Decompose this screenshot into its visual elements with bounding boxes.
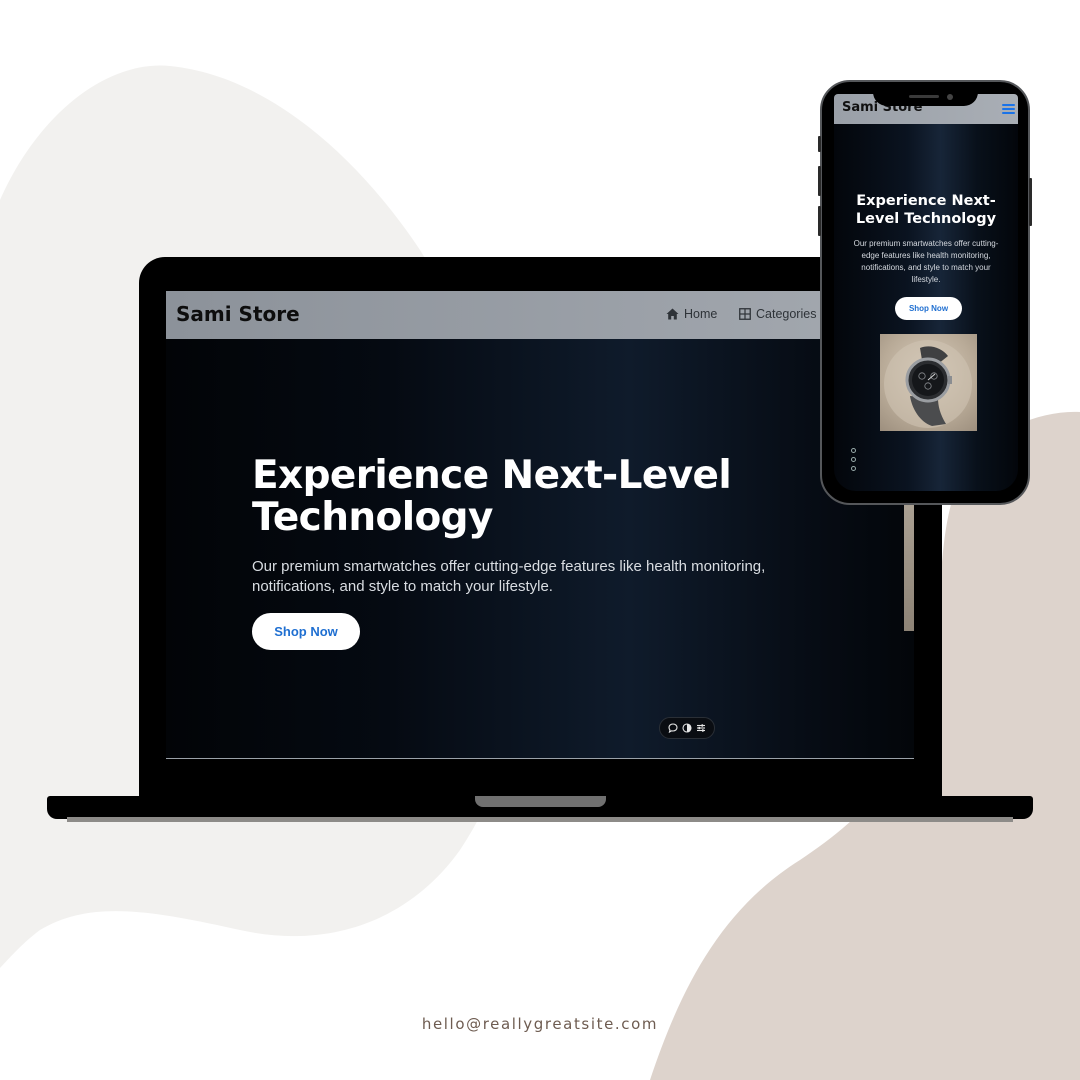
contrast-icon[interactable]: [682, 723, 692, 733]
brand-logo[interactable]: Sami Store: [176, 302, 300, 326]
laptop-base-shadow: [67, 817, 1013, 822]
hamburger-menu-icon[interactable]: [1002, 104, 1015, 114]
phone-side-button: [818, 166, 821, 196]
grid-icon: [739, 308, 751, 320]
phone-speaker: [909, 95, 939, 98]
settings-sliders-icon[interactable]: [851, 466, 856, 471]
phone-shop-now-button[interactable]: Shop Now: [895, 297, 962, 320]
nav-link-home[interactable]: Home: [666, 307, 717, 321]
settings-sliders-icon[interactable]: [696, 723, 706, 733]
hero-subtitle-line: Our premium smartwatches offer cutting-e…: [252, 558, 766, 575]
nav-link-label: Home: [684, 307, 718, 321]
phone-side-button: [818, 136, 821, 152]
hero-title-line: Technology: [252, 495, 493, 540]
phone-hero-title-line: Level Technology: [855, 211, 997, 227]
chat-bubble-icon[interactable]: [851, 448, 856, 453]
contrast-icon[interactable]: [851, 457, 856, 462]
contact-email[interactable]: hello@reallygreatsite.com: [0, 1015, 1080, 1033]
hero-subtitle: Our premium smartwatches offer cutting-e…: [252, 557, 832, 597]
phone-hero-title-line: Experience Next-: [856, 193, 996, 209]
smartwatch-product-image: [880, 334, 977, 431]
phone-accessibility-toolbar: [851, 448, 859, 478]
nav-link-label: Categories: [756, 307, 817, 321]
hero-subtitle-line: notifications, and style to match your l…: [252, 578, 553, 595]
nav-link-categories[interactable]: Categories: [739, 307, 816, 321]
hero-title: Experience Next-Level Technology: [252, 455, 812, 539]
phone-side-button: [1029, 178, 1032, 226]
phone-camera: [947, 94, 953, 100]
phone-hero-subtitle-line: lifestyle.: [911, 275, 941, 284]
phone-hero-title: Experience Next- Level Technology: [834, 192, 1018, 228]
phone-hero-subtitle-line: Our premium smartwatches offer cutting-: [853, 239, 999, 248]
phone-screen: Sami Store Experience Next- Level Techno…: [834, 94, 1018, 491]
phone-hero-subtitle-line: notifications, and style to match your: [861, 263, 991, 272]
navbar: Sami Store Home Categories: [166, 291, 914, 339]
hero-title-line: Experience Next-Level: [252, 453, 732, 498]
laptop-screen: Sami Store Home Categories Experience Ne…: [166, 291, 914, 759]
home-icon: [666, 308, 679, 320]
phone-hero-subtitle: Our premium smartwatches offer cutting- …: [834, 238, 1018, 286]
laptop-trackpad-notch: [475, 796, 606, 807]
shop-now-button[interactable]: Shop Now: [252, 613, 360, 650]
phone-hero-subtitle-line: edge features like health monitoring,: [861, 251, 991, 260]
phone-side-button: [818, 206, 821, 236]
accessibility-toolbar: [659, 717, 715, 739]
smartwatch-icon: [884, 340, 972, 428]
chat-bubble-icon[interactable]: [668, 723, 678, 733]
